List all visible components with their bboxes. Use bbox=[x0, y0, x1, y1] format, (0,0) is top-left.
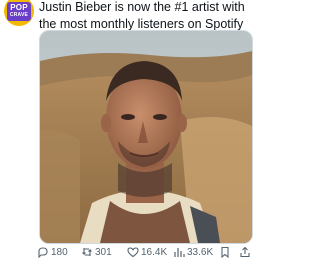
retweet-icon bbox=[82, 248, 92, 256]
share-button[interactable] bbox=[239, 246, 251, 258]
views-icon bbox=[174, 248, 185, 257]
tweet-image[interactable] bbox=[39, 30, 253, 244]
views-button[interactable]: 33.6K bbox=[173, 246, 213, 258]
avatar-logo-subtext: CRAVE bbox=[9, 12, 29, 18]
retweet-button[interactable]: 301 bbox=[81, 246, 112, 258]
share-icon bbox=[240, 246, 250, 258]
tweet-actions: 180 301 16.4K 33.6K bbox=[37, 246, 253, 260]
photo-of-man-in-field bbox=[40, 31, 252, 243]
bookmark-button[interactable] bbox=[219, 246, 231, 258]
avatar[interactable]: POP CRAVE bbox=[4, 0, 34, 26]
avatar-logo-text: POP bbox=[10, 3, 28, 12]
bookmark-icon bbox=[221, 246, 229, 258]
heart-icon bbox=[127, 247, 139, 258]
avatar-logo: POP CRAVE bbox=[7, 2, 31, 21]
reply-button[interactable]: 180 bbox=[37, 246, 68, 258]
reply-icon bbox=[38, 247, 48, 258]
like-button[interactable]: 16.4K bbox=[127, 246, 167, 258]
